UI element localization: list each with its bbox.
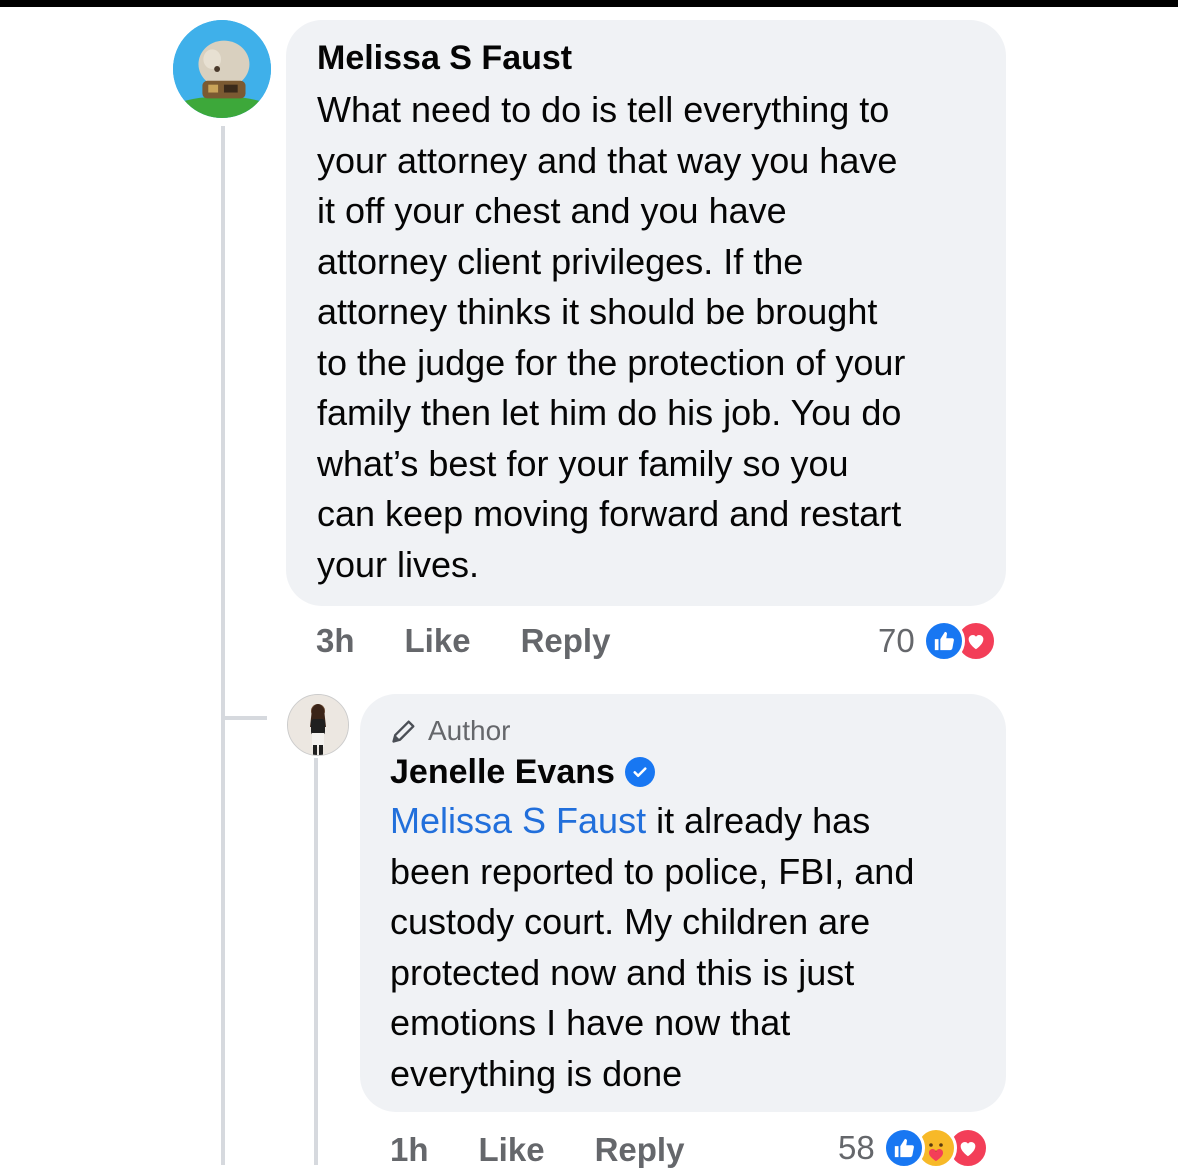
- comment-reaction-count: 70: [878, 622, 915, 659]
- reply-bubble: Author Jenelle Evans Melissa S Faust it …: [360, 694, 1006, 1112]
- like-icon: [922, 620, 965, 662]
- reply-like-button[interactable]: Like: [479, 1131, 545, 1169]
- pencil-icon: [392, 720, 415, 743]
- comment-line: What need to do is tell everything to: [317, 89, 890, 130]
- reply-reaction-count: 58: [838, 1129, 875, 1166]
- comment-reply-button[interactable]: Reply: [521, 622, 611, 660]
- reply-line: everything is done: [390, 1052, 683, 1094]
- mention-link[interactable]: Melissa S Faust: [390, 800, 646, 841]
- reply-line: protected now and this is just: [390, 951, 855, 993]
- reply-actions: 1h Like Reply: [390, 1131, 684, 1169]
- reply-reply-button[interactable]: Reply: [595, 1131, 685, 1169]
- avatar-image: [288, 695, 348, 755]
- like-icon: [882, 1127, 925, 1169]
- comment-line: attorney thinks it should be brought: [317, 291, 878, 332]
- comment-text: What need to do is tell everything to yo…: [317, 85, 1006, 590]
- reply-line: emotions I have now that: [390, 1002, 791, 1043]
- reply-timestamp[interactable]: 1h: [390, 1131, 429, 1169]
- comment-line: your attorney and that way you have: [317, 139, 898, 181]
- comment-bubble: Melissa S Faust What need to do is tell …: [286, 20, 1006, 606]
- top-bar: [0, 0, 1178, 7]
- author-badge-label: Author: [428, 715, 511, 746]
- author-badge: Author: [390, 714, 1006, 748]
- thread-line: [221, 126, 225, 1165]
- commenter-avatar[interactable]: [173, 20, 271, 118]
- reply-line: been reported to police, FBI, and: [390, 850, 915, 892]
- reply-line-text: it already has: [646, 800, 871, 841]
- comment-like-button[interactable]: Like: [405, 622, 471, 660]
- comment-line: what’s best for your family so you: [317, 442, 849, 484]
- avatar-image: [173, 20, 271, 118]
- comment-actions: 3h Like Reply: [316, 622, 610, 660]
- comment-timestamp[interactable]: 3h: [316, 622, 355, 660]
- comment-line: attorney client privileges. If the: [317, 240, 804, 282]
- reply-line: custody court. My children are: [390, 901, 871, 942]
- comment-line: to the judge for the protection of your: [317, 341, 906, 383]
- reply-author-row: Jenelle Evans: [390, 752, 1006, 792]
- comment-line: your lives.: [317, 543, 480, 585]
- comment-author-name[interactable]: Melissa S Faust: [317, 38, 1006, 78]
- reply-reactions[interactable]: 58: [838, 1127, 989, 1169]
- reply-author-avatar[interactable]: [287, 694, 349, 756]
- reply-line: Melissa S Faust it already has: [390, 796, 1006, 847]
- reply-thread-line: [314, 758, 318, 1165]
- verified-badge-icon: [624, 757, 655, 787]
- reply-author-name[interactable]: Jenelle Evans: [390, 752, 615, 792]
- comment-line: family then let him do his job. You do: [317, 392, 902, 433]
- reply-text: Melissa S Faust it already has been repo…: [390, 796, 1006, 1099]
- comment-line: can keep moving forward and restart: [317, 493, 902, 534]
- thread-branch-line: [221, 716, 267, 720]
- comment-line: it off your chest and you have: [317, 190, 787, 231]
- comment-reactions[interactable]: 70: [878, 620, 997, 662]
